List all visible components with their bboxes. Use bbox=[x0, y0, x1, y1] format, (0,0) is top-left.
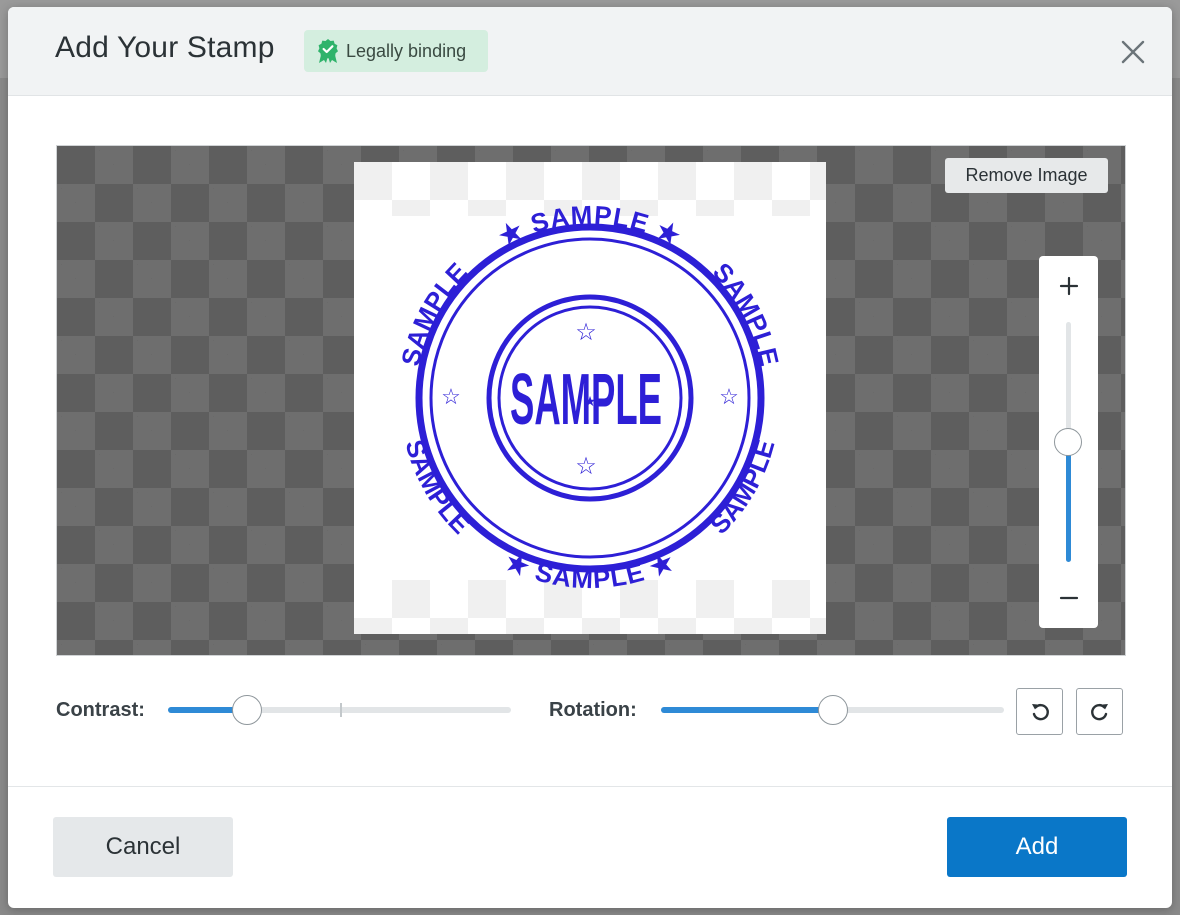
svg-text:☆: ☆ bbox=[719, 384, 739, 409]
plus-icon bbox=[1059, 276, 1078, 296]
svg-text:☆: ☆ bbox=[441, 384, 461, 409]
add-button[interactable]: Add bbox=[947, 817, 1127, 877]
rotate-counterclockwise-icon bbox=[1031, 703, 1049, 720]
image-crop-area[interactable]: ★ SAMPLE ★ ★ SAMPLE ★ SAMPLE SAMPLE SAMP… bbox=[56, 145, 1126, 656]
contrast-slider[interactable] bbox=[168, 695, 511, 725]
footer-divider bbox=[8, 786, 1172, 787]
svg-text:SAMPLE: SAMPLE bbox=[700, 430, 787, 544]
dialog-header: Add Your Stamp Legally binding bbox=[8, 7, 1172, 96]
zoom-out-button[interactable] bbox=[1039, 578, 1098, 618]
svg-text:SAMPLE: SAMPLE bbox=[510, 360, 662, 440]
zoom-control bbox=[1039, 256, 1098, 628]
sample-stamp-graphic: ★ SAMPLE ★ ★ SAMPLE ★ SAMPLE SAMPLE SAMP… bbox=[387, 200, 793, 595]
dialog-title: Add Your Stamp bbox=[55, 31, 275, 64]
zoom-in-button[interactable] bbox=[1039, 266, 1098, 306]
rotate-clockwise-icon bbox=[1090, 703, 1108, 720]
svg-text:SAMPLE: SAMPLE bbox=[393, 430, 480, 544]
rotation-slider-handle[interactable] bbox=[818, 695, 848, 725]
rotation-label: Rotation: bbox=[549, 699, 637, 721]
stamp-image[interactable]: ★ SAMPLE ★ ★ SAMPLE ★ SAMPLE SAMPLE SAMP… bbox=[354, 162, 826, 634]
rotation-slider[interactable] bbox=[661, 695, 1004, 725]
rotation-slider-fill bbox=[661, 707, 833, 713]
add-stamp-dialog: Add Your Stamp Legally binding ★ SAMPLE … bbox=[8, 7, 1172, 908]
contrast-label: Contrast: bbox=[56, 699, 145, 721]
zoom-slider-fill bbox=[1066, 442, 1071, 562]
contrast-default-mark bbox=[340, 703, 342, 717]
svg-text:SAMPLE: SAMPLE bbox=[387, 252, 477, 375]
zoom-slider-handle[interactable] bbox=[1054, 428, 1082, 456]
verified-badge-icon bbox=[317, 38, 339, 64]
minus-icon bbox=[1059, 596, 1078, 600]
rotate-left-button[interactable] bbox=[1016, 688, 1063, 735]
contrast-slider-handle[interactable] bbox=[232, 695, 262, 725]
svg-text:☆: ☆ bbox=[575, 453, 597, 480]
cancel-button[interactable]: Cancel bbox=[53, 817, 233, 877]
svg-text:☆: ☆ bbox=[575, 319, 597, 346]
badge-label: Legally binding bbox=[346, 40, 467, 61]
close-button[interactable] bbox=[1118, 37, 1148, 67]
close-icon bbox=[1121, 40, 1145, 64]
svg-text:SAMPLE: SAMPLE bbox=[703, 252, 793, 375]
legally-binding-badge: Legally binding bbox=[304, 30, 488, 72]
remove-image-button[interactable]: Remove Image bbox=[945, 158, 1108, 193]
rotate-right-button[interactable] bbox=[1076, 688, 1123, 735]
